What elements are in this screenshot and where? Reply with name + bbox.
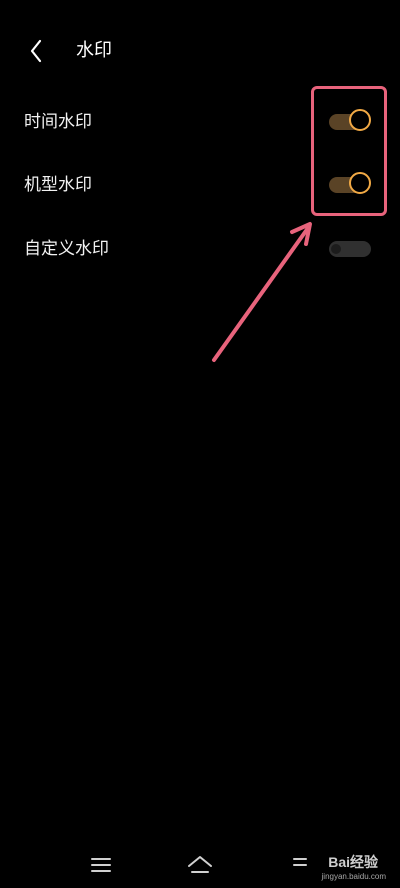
- toggle-knob: [331, 244, 341, 254]
- setting-label: 自定义水印: [24, 239, 109, 259]
- home-button[interactable]: [185, 852, 215, 878]
- watermark-url: jingyan.baidu.com: [321, 872, 386, 881]
- chevron-left-icon: [30, 39, 42, 63]
- setting-label: 机型水印: [24, 175, 92, 195]
- page-title: 水印: [76, 40, 112, 61]
- annotation-highlight-box: [311, 86, 387, 216]
- custom-watermark-toggle[interactable]: [327, 236, 373, 262]
- baidu-jingyan-watermark: Bai经验: [328, 854, 378, 870]
- menu-button[interactable]: [86, 852, 116, 878]
- menu-icon: [91, 858, 111, 872]
- setting-label: 时间水印: [24, 112, 92, 132]
- home-icon: [188, 856, 212, 873]
- back-button[interactable]: [22, 36, 52, 66]
- annotation-arrow-icon: [212, 222, 312, 362]
- back-nav-button[interactable]: [286, 852, 316, 878]
- back-icon: [293, 858, 307, 866]
- header: 水印: [0, 28, 400, 74]
